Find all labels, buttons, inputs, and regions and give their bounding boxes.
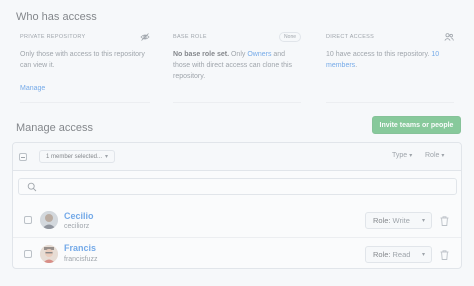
role-value: Write [392, 216, 410, 225]
member-row: Francis francisfuzz Role: Read ▾ [13, 237, 461, 271]
member-handle: ceciliorz [64, 223, 90, 230]
base-role-card: BASE ROLE None No base role set. Only Ow… [173, 31, 301, 103]
manage-access-panel: 1 member selected... ▾ Type ▾ Role ▾ Cec… [12, 142, 462, 269]
direct-access-text: 10 have access to this repository. 10 me… [326, 49, 454, 71]
selection-dropdown[interactable]: 1 member selected... ▾ [39, 150, 116, 163]
people-icon [444, 33, 454, 41]
base-role-badge: None [279, 32, 301, 42]
role-filter[interactable]: Role ▾ [425, 152, 444, 159]
member-checkbox[interactable] [24, 216, 32, 224]
private-repository-card: PRIVATE REPOSITORY Only those with acces… [20, 31, 150, 103]
private-repository-label: PRIVATE REPOSITORY [20, 34, 86, 40]
chevron-down-icon: ▾ [441, 153, 445, 159]
owners-link[interactable]: Owners [247, 51, 271, 58]
who-has-access-heading: Who has access [16, 11, 97, 23]
invite-teams-or-people-button[interactable]: Invite teams or people [372, 116, 461, 134]
trash-icon[interactable] [440, 216, 449, 226]
card-divider [20, 102, 150, 103]
member-row: Cecilio ceciliorz Role: Write ▾ [13, 203, 461, 237]
direct-access-card: DIRECT ACCESS 10 have access to this rep… [326, 31, 454, 103]
member-name[interactable]: Francis [64, 243, 96, 253]
base-role-label: BASE ROLE [173, 34, 207, 40]
eye-closed-icon [140, 33, 150, 41]
manage-link[interactable]: Manage [20, 85, 45, 92]
chevron-down-icon: ▾ [421, 252, 425, 258]
chevron-down-icon: ▾ [409, 153, 413, 159]
role-prefix: Role: [373, 250, 391, 259]
role-value: Read [392, 250, 411, 259]
panel-header: 1 member selected... ▾ Type ▾ Role ▾ [13, 143, 461, 171]
search-icon [27, 182, 37, 192]
row-divider [13, 237, 461, 238]
direct-access-label: DIRECT ACCESS [326, 34, 375, 40]
trash-icon[interactable] [440, 250, 449, 260]
search-input[interactable] [18, 178, 457, 195]
private-repository-text: Only those with access to this repositor… [20, 51, 145, 69]
member-handle: francisfuzz [64, 256, 98, 263]
repository-access-settings: Who has access PRIVATE REPOSITORY Only t… [0, 0, 474, 286]
type-filter-label: Type [392, 152, 408, 159]
member-name[interactable]: Cecilio [64, 211, 94, 221]
role-prefix: Role: [373, 216, 391, 225]
chevron-down-icon: ▾ [421, 218, 425, 224]
base-role-bold-text: No base role set. [173, 51, 230, 58]
selection-label: 1 member selected... [46, 153, 103, 160]
select-all-checkbox[interactable] [19, 153, 27, 161]
direct-access-text-part: . [355, 62, 358, 69]
direct-access-text-part: 10 have access to this repository. [326, 51, 432, 58]
role-filter-label: Role [425, 152, 440, 159]
avatar [40, 211, 58, 229]
card-divider [326, 102, 454, 103]
avatar-image [40, 245, 58, 263]
manage-access-heading: Manage access [16, 122, 94, 134]
role-dropdown[interactable]: Role: Write ▾ [365, 212, 432, 229]
role-dropdown[interactable]: Role: Read ▾ [365, 246, 432, 263]
avatar [40, 245, 58, 263]
card-divider [173, 102, 301, 103]
chevron-down-icon: ▾ [105, 154, 109, 160]
base-role-text-part: Only [229, 51, 248, 58]
base-role-text: No base role set. Only Owners and those … [173, 49, 301, 82]
member-checkbox[interactable] [24, 250, 32, 258]
avatar-image [40, 211, 58, 229]
type-filter[interactable]: Type ▾ [392, 152, 412, 159]
